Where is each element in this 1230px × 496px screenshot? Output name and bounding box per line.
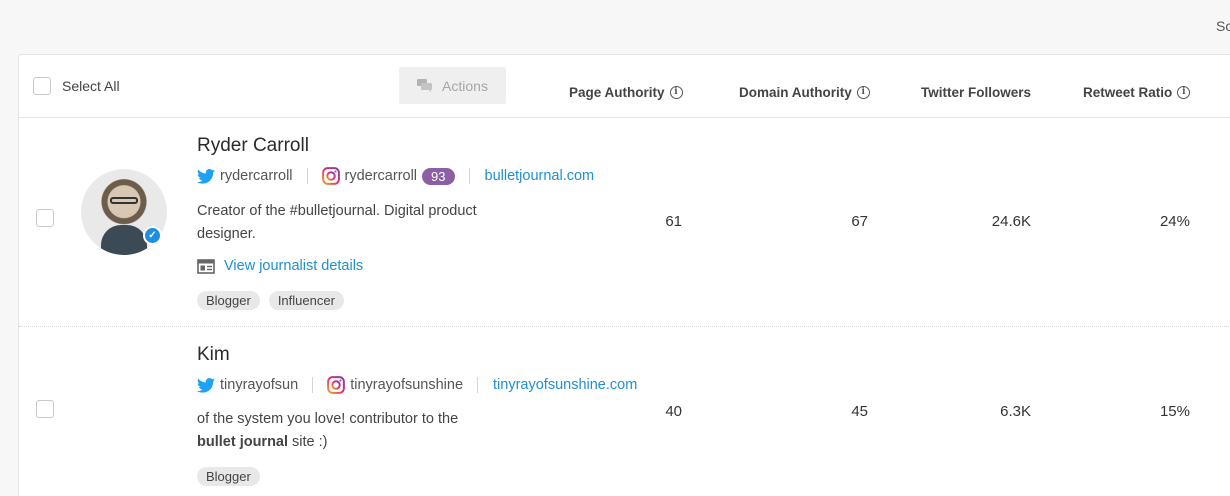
info-icon[interactable]: i bbox=[856, 86, 870, 99]
tag-blogger[interactable]: Blogger bbox=[197, 291, 260, 310]
column-twitter-followers[interactable]: Twitter Followers bbox=[921, 85, 1031, 100]
instagram-icon bbox=[327, 376, 346, 394]
social-links: rydercarroll rydercarroll 93 bulletjourn… bbox=[197, 167, 594, 185]
select-all-checkbox[interactable] bbox=[33, 77, 51, 95]
bio-text-end: site :) bbox=[288, 434, 328, 450]
column-domain-authority[interactable]: Domain Authority i bbox=[739, 85, 870, 100]
twitter-icon bbox=[197, 377, 215, 393]
table-row: ✓ Ryder Carroll rydercarroll rydercarrol… bbox=[19, 118, 1230, 327]
page-authority-value: 61 bbox=[665, 213, 682, 230]
verified-check-icon: ✓ bbox=[143, 226, 162, 245]
divider bbox=[477, 377, 479, 393]
twitter-handle[interactable]: tinyrayofsun bbox=[220, 377, 298, 393]
instagram-handle[interactable]: rydercarroll bbox=[345, 168, 418, 184]
domain-authority-value: 67 bbox=[851, 213, 868, 230]
twitter-followers-value: 6.3K bbox=[1000, 403, 1031, 420]
tag-list: Blogger Influencer bbox=[197, 291, 344, 310]
bio-bold-text: bullet journal bbox=[197, 434, 289, 450]
column-label: Twitter Followers bbox=[921, 85, 1032, 100]
divider bbox=[306, 168, 308, 184]
glasses-shape bbox=[110, 197, 138, 204]
comments-icon bbox=[417, 78, 433, 92]
instagram-score-badge: 93 bbox=[422, 167, 455, 185]
tag-list: Blogger bbox=[197, 467, 260, 486]
twitter-handle[interactable]: rydercarroll bbox=[220, 168, 293, 184]
bio-text: of the system you love! contributor to t… bbox=[197, 411, 459, 427]
column-label: Page Authority bbox=[569, 85, 665, 100]
journalist-name[interactable]: Ryder Carroll bbox=[197, 135, 309, 157]
retweet-ratio-value: 24% bbox=[1159, 213, 1190, 230]
tag-influencer[interactable]: Influencer bbox=[268, 291, 344, 310]
row-checkbox[interactable] bbox=[36, 209, 54, 227]
domain-authority-value: 45 bbox=[851, 403, 868, 420]
twitter-icon bbox=[197, 168, 215, 184]
page-authority-value: 40 bbox=[665, 403, 682, 420]
divider bbox=[312, 377, 314, 393]
website-link[interactable]: bulletjournal.com bbox=[485, 168, 595, 184]
sort-label-cut[interactable]: Sc bbox=[1216, 18, 1230, 34]
journalist-bio: Creator of the #bulletjournal. Digital p… bbox=[197, 203, 477, 242]
view-details-label: View journalist details bbox=[224, 258, 364, 274]
column-page-authority[interactable]: Page Authority i bbox=[569, 85, 683, 100]
journalist-list-panel: Select All Actions Page Authority i Domai… bbox=[18, 54, 1230, 496]
select-all-label[interactable]: Select All bbox=[62, 78, 120, 94]
newspaper-icon bbox=[197, 258, 215, 274]
shirt-shape bbox=[101, 225, 147, 255]
info-icon[interactable]: i bbox=[1177, 86, 1191, 99]
journalist-name[interactable]: Kim bbox=[197, 344, 230, 366]
table-row: Kim tinyrayofsun tinyrayofsunshine tinyr… bbox=[19, 327, 1230, 496]
row-checkbox[interactable] bbox=[36, 400, 54, 418]
instagram-icon bbox=[321, 167, 340, 185]
view-details-link[interactable]: View journalist details bbox=[197, 258, 363, 274]
tag-blogger[interactable]: Blogger bbox=[197, 467, 260, 486]
retweet-ratio-value: 15% bbox=[1159, 403, 1190, 420]
instagram-handle[interactable]: tinyrayofsunshine bbox=[350, 377, 463, 393]
journalist-bio: of the system you love! contributor to t… bbox=[197, 408, 517, 454]
list-header: Select All Actions Page Authority i Domai… bbox=[19, 55, 1230, 118]
actions-label: Actions bbox=[442, 77, 488, 94]
twitter-followers-value: 24.6K bbox=[991, 213, 1031, 230]
column-label: Retweet Ratio bbox=[1083, 85, 1173, 100]
column-label: Domain Authority bbox=[739, 85, 852, 100]
divider bbox=[468, 168, 470, 184]
actions-button[interactable]: Actions bbox=[399, 67, 506, 104]
column-retweet-ratio[interactable]: Retweet Ratio i bbox=[1083, 85, 1191, 100]
social-links: tinyrayofsun tinyrayofsunshine tinyrayof… bbox=[197, 376, 637, 394]
info-icon[interactable]: i bbox=[669, 86, 683, 99]
website-link[interactable]: tinyrayofsunshine.com bbox=[493, 377, 637, 393]
